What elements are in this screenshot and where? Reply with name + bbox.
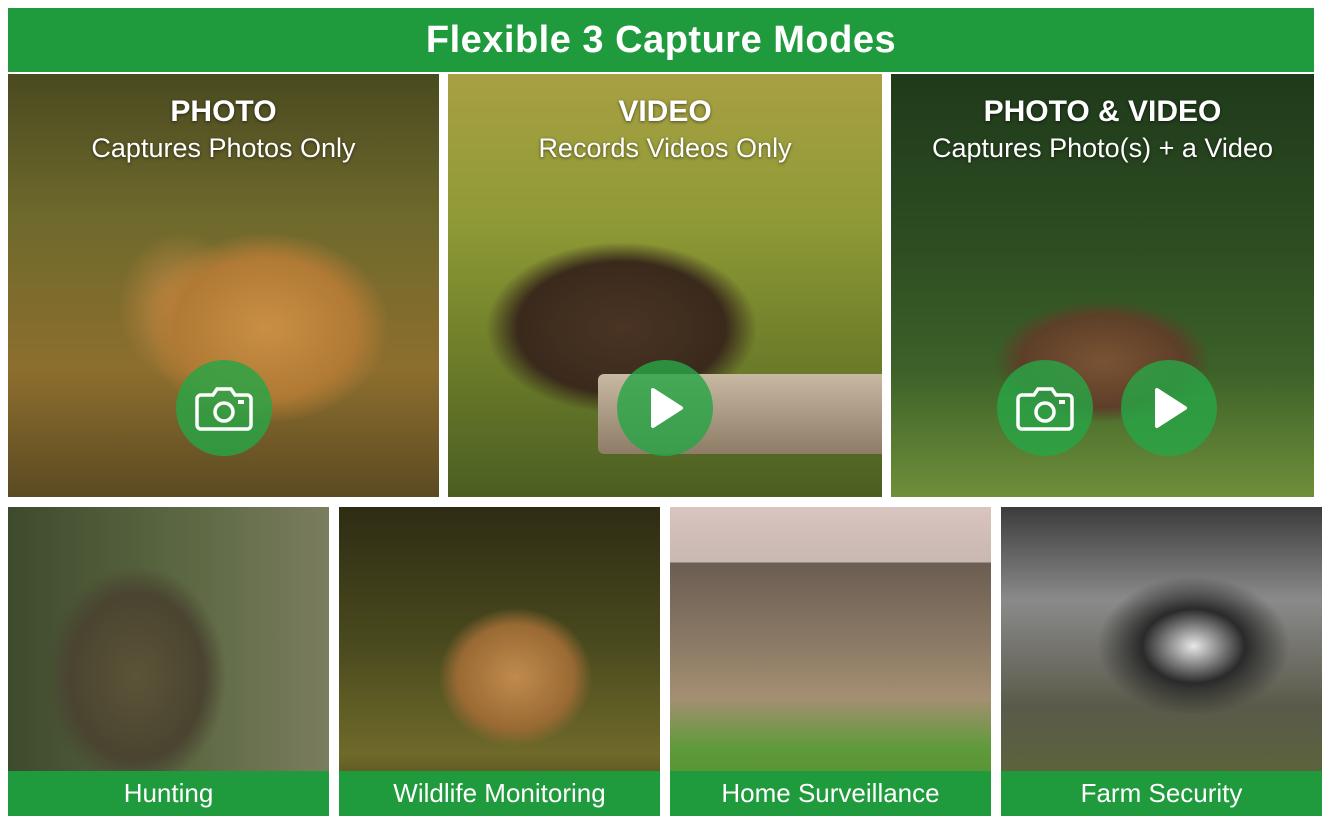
play-icon [617, 360, 713, 456]
use-case-home: Home Surveillance [670, 507, 991, 816]
mode-panel-photo: PHOTO Captures Photos Only [8, 74, 439, 497]
use-case-label: Wildlife Monitoring [339, 771, 660, 816]
mode-title: VIDEO [618, 95, 712, 128]
play-icon [1121, 360, 1217, 456]
mode-subtitle: Captures Photos Only [91, 133, 356, 163]
mode-title: PHOTO & VIDEO [983, 95, 1222, 128]
use-case-wildlife: Wildlife Monitoring [339, 507, 660, 816]
camera-icon [176, 360, 272, 456]
banner-title: Flexible 3 Capture Modes [425, 18, 897, 61]
mode-panel-video: VIDEO Records Videos Only [448, 74, 882, 497]
use-case-farm: Farm Security [1001, 507, 1322, 816]
mode-subtitle: Records Videos Only [538, 133, 792, 163]
use-case-label: Farm Security [1001, 771, 1322, 816]
page-banner: Flexible 3 Capture Modes [8, 8, 1314, 72]
use-case-label: Home Surveillance [670, 771, 991, 816]
camera-icon [997, 360, 1093, 456]
use-case-hunting: Hunting [8, 507, 329, 816]
mode-title: PHOTO [170, 95, 277, 128]
mode-subtitle: Captures Photo(s) + a Video [932, 133, 1273, 163]
mode-panel-photo-video: PHOTO & VIDEO Captures Photo(s) + a Vide… [891, 74, 1314, 497]
use-case-label: Hunting [8, 771, 329, 816]
